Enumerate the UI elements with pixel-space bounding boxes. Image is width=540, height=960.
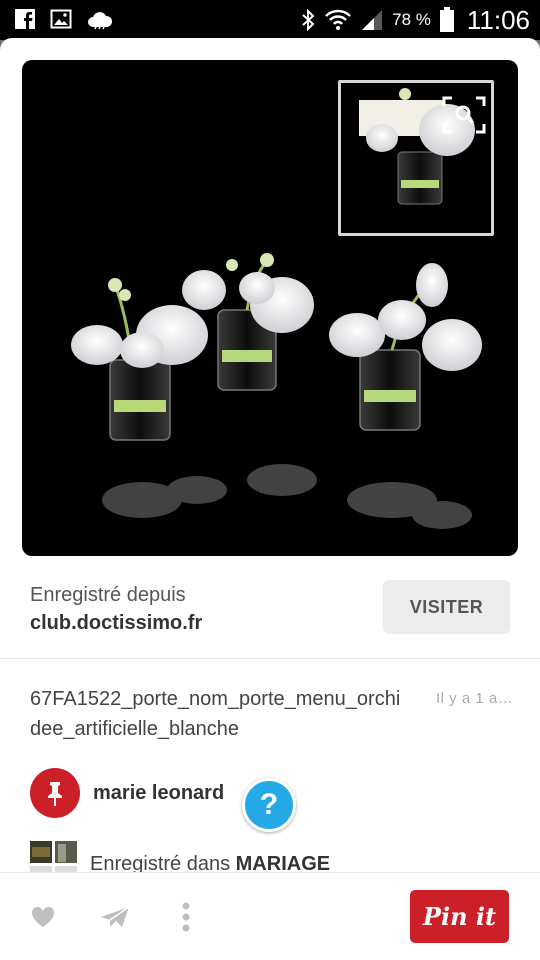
action-bar: Pin it bbox=[0, 872, 540, 960]
pin-closeup-sheet: Enregistré depuis club.doctissimo.fr VIS… bbox=[0, 38, 540, 960]
help-button[interactable]: ? bbox=[242, 778, 296, 832]
heart-icon[interactable] bbox=[30, 905, 56, 929]
clock: 11:06 bbox=[466, 4, 530, 35]
battery-icon bbox=[439, 7, 454, 32]
pin-image[interactable] bbox=[22, 60, 518, 556]
visual-search-icon[interactable] bbox=[442, 96, 486, 134]
weather-cloud-icon bbox=[88, 12, 113, 30]
send-icon[interactable] bbox=[100, 905, 130, 929]
gallery-icon bbox=[50, 9, 72, 29]
time-ago: Il y a 1 a… bbox=[436, 690, 514, 707]
divider bbox=[0, 658, 540, 659]
wifi-icon bbox=[325, 9, 351, 30]
status-bar: 78 % 11:06 bbox=[0, 0, 540, 40]
pinner-name[interactable]: marie leonard bbox=[93, 782, 224, 805]
visit-button[interactable]: VISITER bbox=[383, 580, 510, 634]
pushpin-icon bbox=[48, 782, 62, 806]
battery-percent: 78 % bbox=[392, 10, 431, 29]
facebook-icon bbox=[15, 9, 35, 29]
source-row: Enregistré depuis club.doctissimo.fr VIS… bbox=[0, 578, 540, 658]
saved-from-label: Enregistré depuis bbox=[30, 584, 186, 606]
pin-description: 67FA1522_porte_nom_porte_menu_orchidee_a… bbox=[30, 688, 401, 740]
signal-icon bbox=[362, 10, 383, 30]
source-domain[interactable]: club.doctissimo.fr bbox=[30, 612, 202, 635]
more-vertical-icon[interactable] bbox=[180, 901, 192, 933]
bluetooth-icon bbox=[302, 8, 315, 32]
avatar[interactable] bbox=[30, 768, 80, 818]
pin-it-button[interactable]: Pin it bbox=[410, 890, 509, 943]
